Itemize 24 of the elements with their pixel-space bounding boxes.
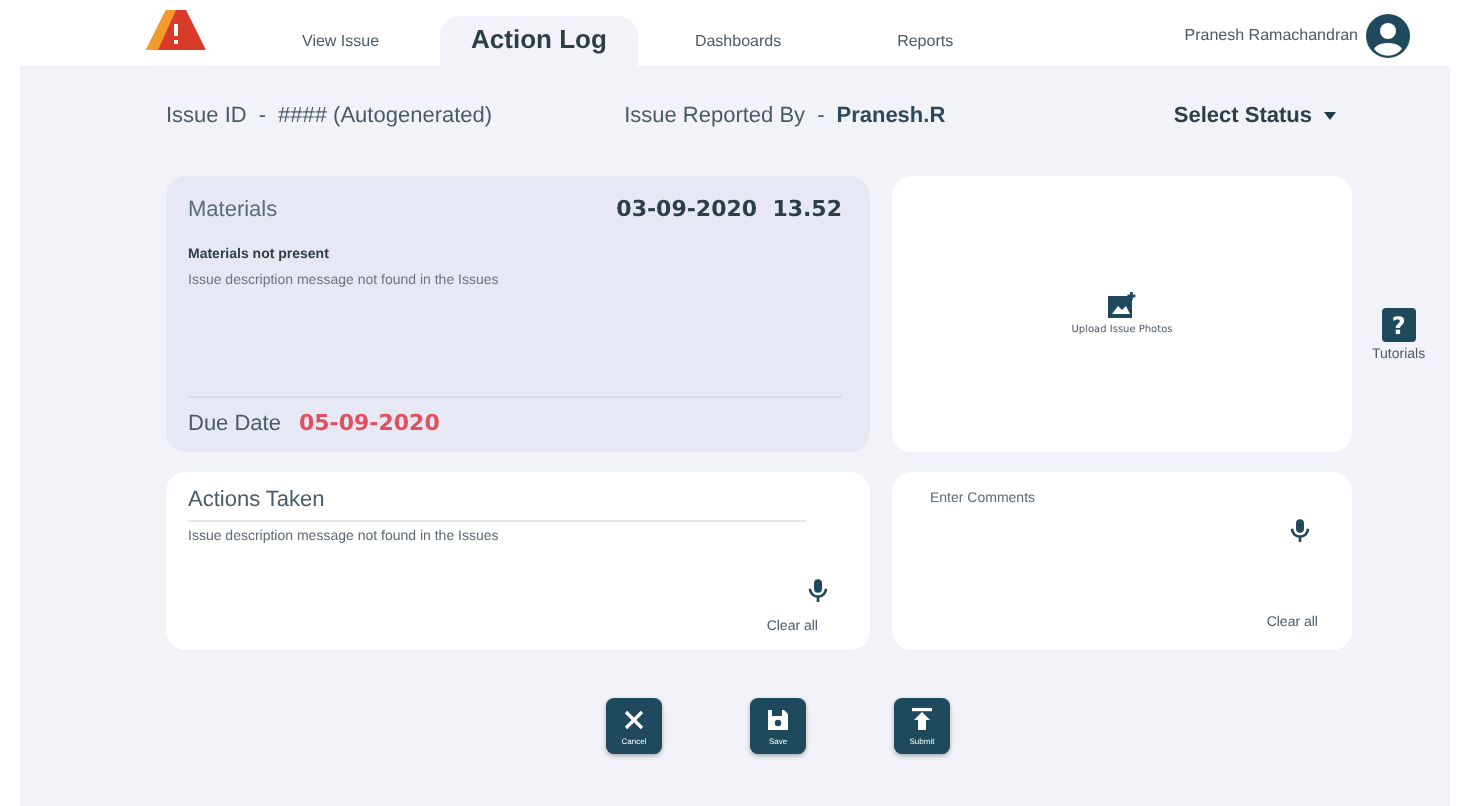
close-icon <box>622 707 646 731</box>
card-title: Materials <box>188 197 278 221</box>
add-image-icon <box>1108 292 1136 318</box>
nav-tab[interactable]: Reports <box>841 16 1014 66</box>
nav-tab[interactable]: View Issue <box>246 16 440 66</box>
separator: - <box>258 103 267 127</box>
avatar-icon <box>1366 13 1410 57</box>
timestamp: 03-09-2020 13.52 <box>616 196 842 222</box>
help-button[interactable]: ? <box>1381 308 1416 342</box>
due-date-label: Due Date <box>188 411 281 435</box>
caret-icon <box>1324 111 1336 119</box>
due-date-value: 05-09-2020 <box>298 410 440 436</box>
nav-tab[interactable]: Dashboards <box>638 16 842 66</box>
issue-id-label: Issue ID <box>166 103 247 127</box>
reporter-label: Issue Reported By <box>624 103 806 127</box>
status-dropdown[interactable]: Select Status <box>1173 103 1336 127</box>
upload-arrow-icon <box>910 707 934 731</box>
nav-tab[interactable]: Action Log <box>439 16 639 66</box>
issue-id-value: #### (Autogenerated) <box>278 103 493 127</box>
warning-logo-icon <box>146 10 206 50</box>
separator: - <box>817 103 825 127</box>
reporter-name: Pranesh.R <box>836 103 946 127</box>
card-title: Actions Taken <box>188 488 806 522</box>
user-name: Pranesh Ramachandran <box>1184 26 1358 44</box>
